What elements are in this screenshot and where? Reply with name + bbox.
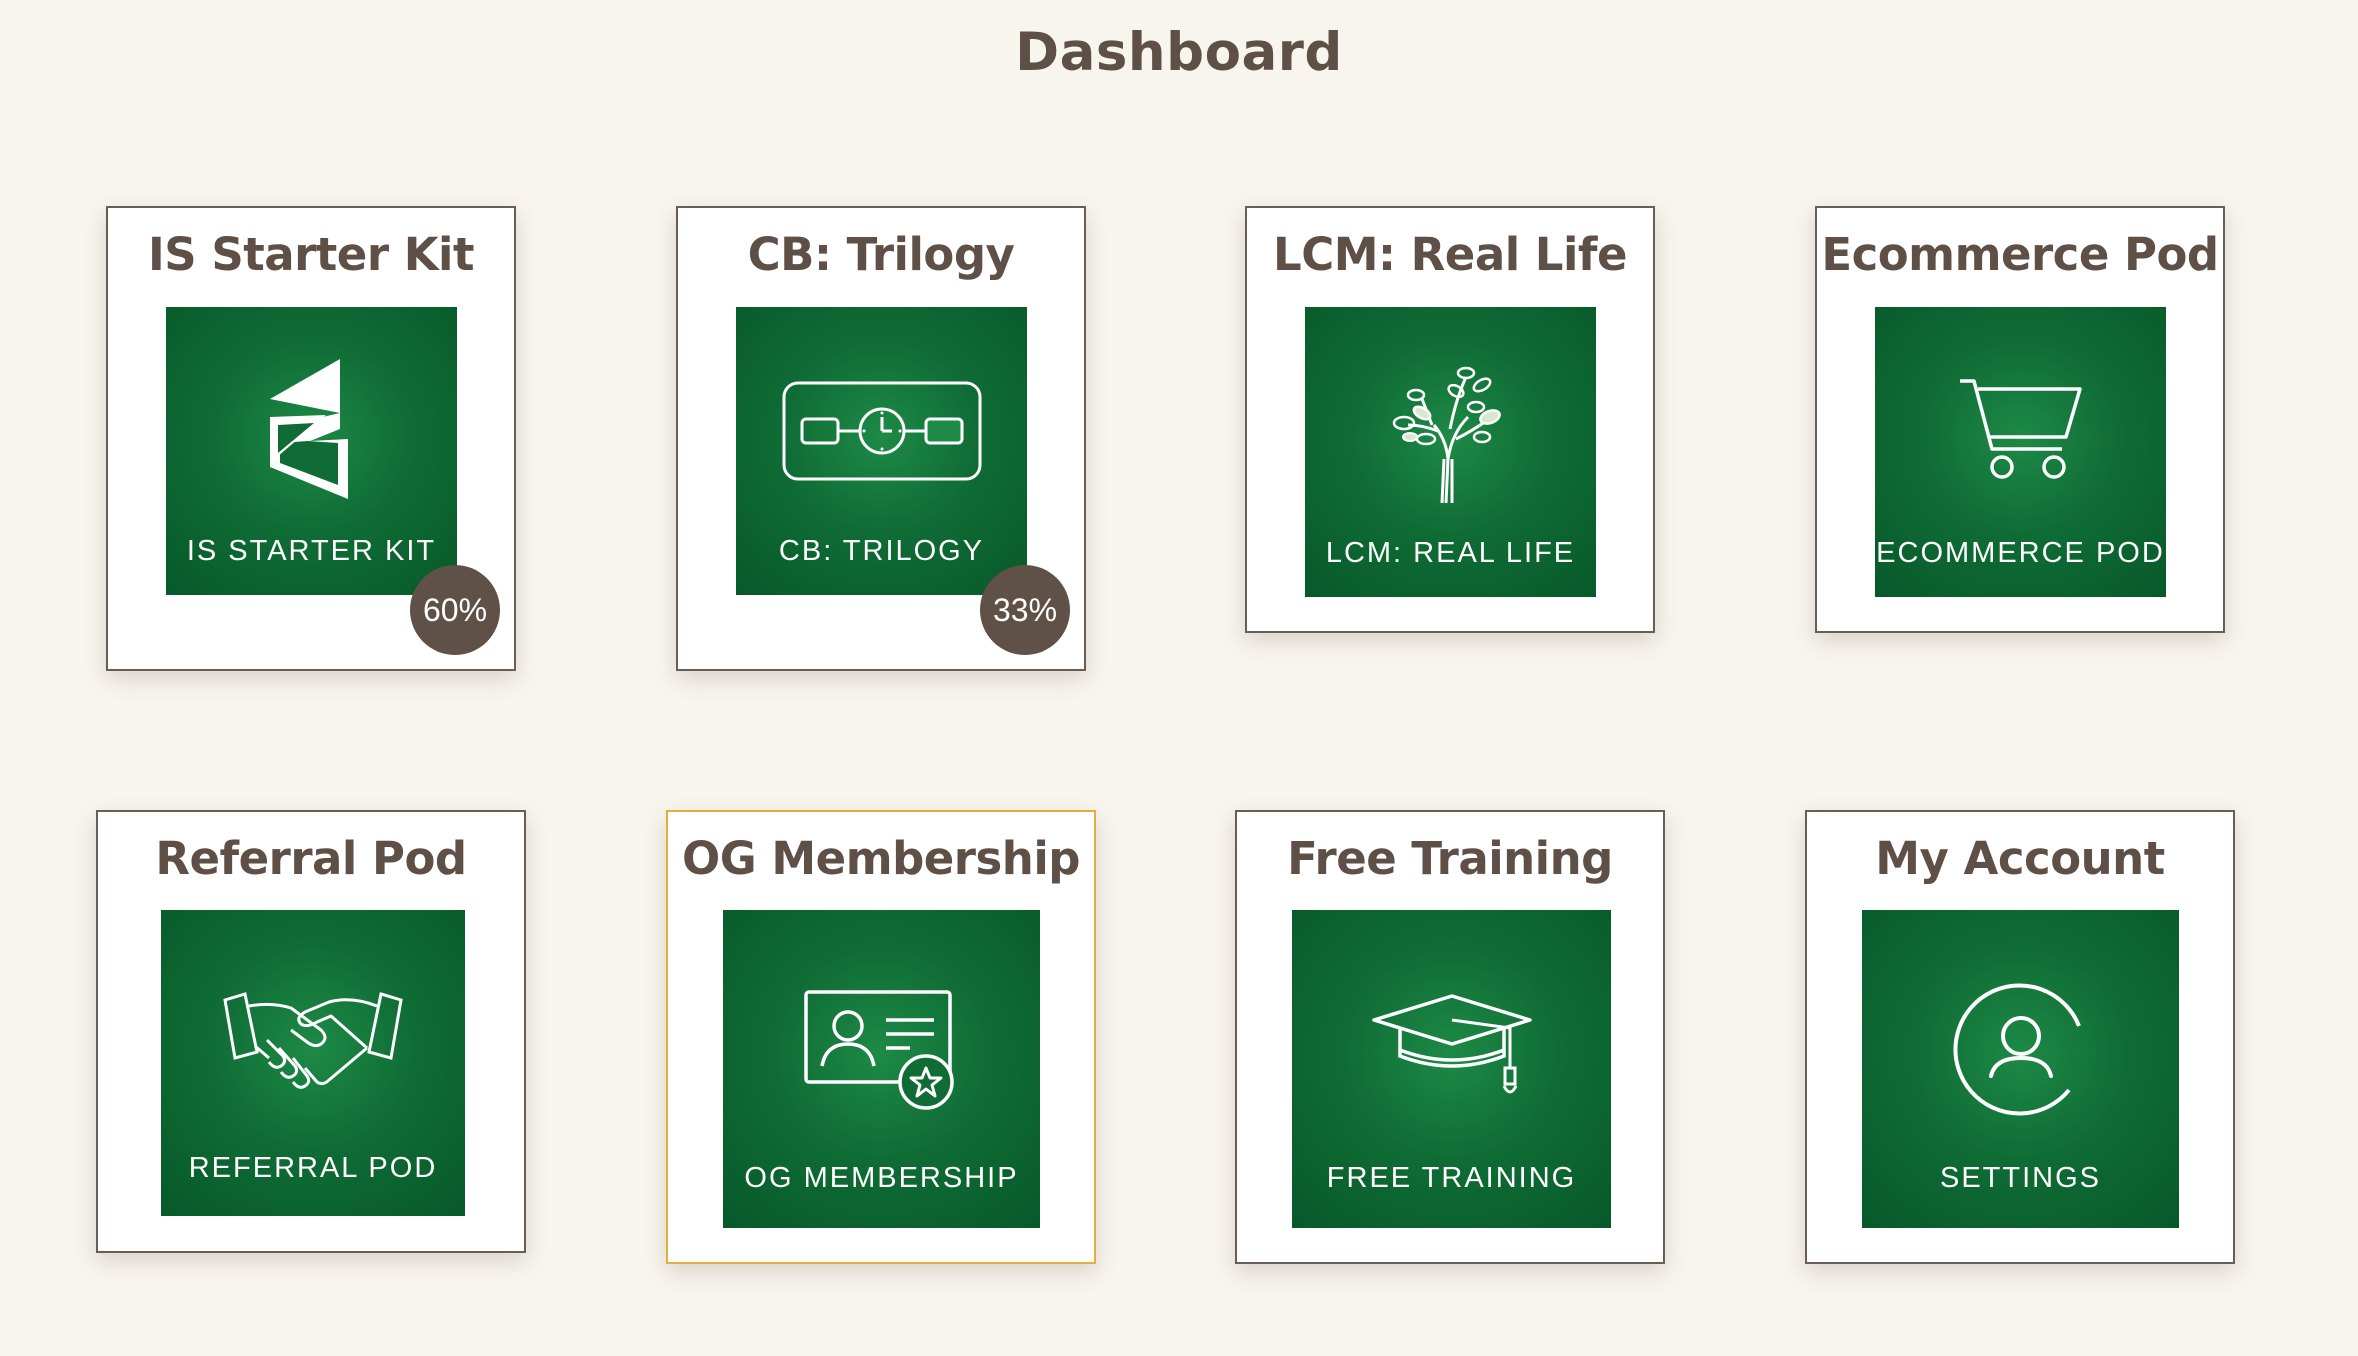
card-free-training[interactable]: Free Training FREE TRAINING [1235,810,1665,1264]
card-is-starter-kit[interactable]: IS Starter Kit IS STARTER KIT 60% [106,206,516,671]
card-referral-pod[interactable]: Referral Pod REFERRAL POD [96,810,526,1253]
card-ecommerce-pod[interactable]: Ecommerce Pod ECOMMERCE POD [1815,206,2225,633]
user-circle-icon [1862,980,2179,1120]
tile-free-training[interactable]: FREE TRAINING [1292,910,1611,1228]
tile-label: SETTINGS [1939,1162,2101,1194]
graduation-cap-icon [1292,994,1611,1098]
tile-referral-pod[interactable]: REFERRAL POD [161,910,465,1216]
tile-label: IS STARTER KIT [186,535,437,567]
tile-ecommerce-pod[interactable]: ECOMMERCE POD [1875,307,2166,597]
tile-label: LCM: REAL LIFE [1325,537,1576,569]
shopping-cart-icon [1875,377,2166,481]
card-og-membership[interactable]: OG Membership OG MEMBERSHIP [666,810,1096,1264]
tile-label: ECOMMERCE POD [1876,537,2165,569]
timeline-clock-icon [736,381,1027,481]
card-title: LCM: Real Life [1273,228,1627,281]
card-title: IS Starter Kit [148,228,475,281]
card-my-account[interactable]: My Account SETTINGS [1805,810,2235,1264]
is-logo-icon [166,359,457,499]
tile-label: REFERRAL POD [188,1152,438,1184]
tile-cb-trilogy[interactable]: CB: TRILOGY [736,307,1027,595]
tile-label: CB: TRILOGY [778,535,985,567]
card-title: OG Membership [682,832,1080,885]
progress-badge: 33% [980,565,1070,655]
handshake-icon [161,986,465,1096]
tile-label: OG MEMBERSHIP [744,1162,1019,1194]
tree-icon [1305,359,1596,505]
card-cb-trilogy[interactable]: CB: Trilogy CB: TRILOGY 33% [676,206,1086,671]
card-title: Referral Pod [155,832,467,885]
membership-card-icon [723,988,1040,1112]
tile-label: FREE TRAINING [1326,1162,1577,1194]
card-title: Ecommerce Pod [1821,228,2219,281]
tile-lcm-real-life[interactable]: LCM: REAL LIFE [1305,307,1596,597]
tile-my-account[interactable]: SETTINGS [1862,910,2179,1228]
card-title: My Account [1875,832,2165,885]
tile-og-membership[interactable]: OG MEMBERSHIP [723,910,1040,1228]
page-title: Dashboard [1015,22,1343,83]
card-title: CB: Trilogy [747,228,1015,281]
tile-is-starter-kit[interactable]: IS STARTER KIT [166,307,457,595]
card-lcm-real-life[interactable]: LCM: Real Life LCM: REAL LIFE [1245,206,1655,633]
card-title: Free Training [1287,832,1613,885]
progress-badge: 60% [410,565,500,655]
